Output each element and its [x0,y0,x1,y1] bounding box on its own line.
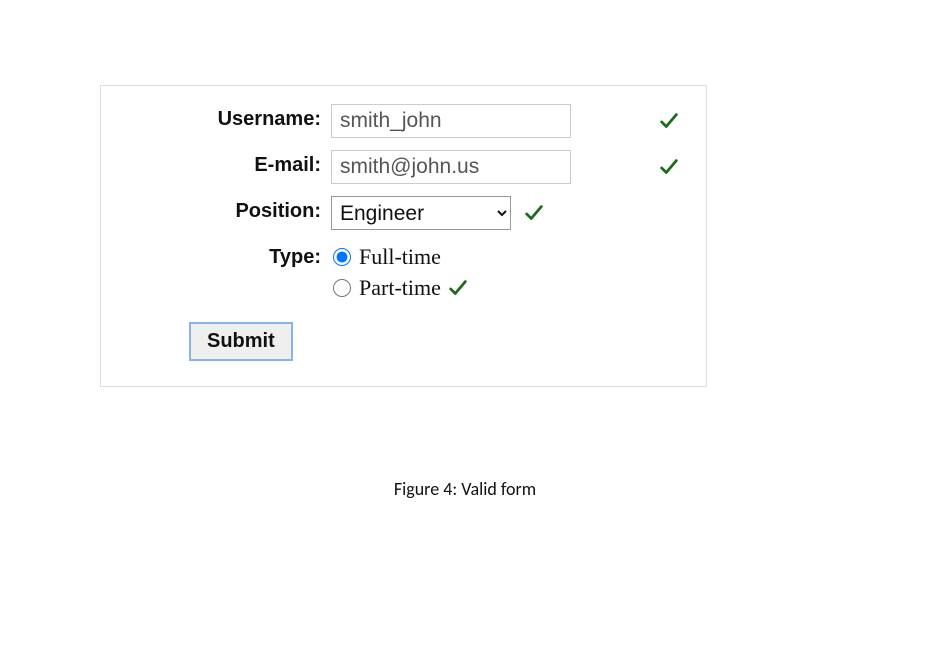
submit-button[interactable]: Submit [189,322,293,361]
radio-input-parttime[interactable] [333,279,351,297]
type-radio-parttime[interactable]: Part-time [331,273,469,304]
type-option-label: Part-time [359,273,441,304]
check-icon [523,202,545,224]
email-label: E-mail: [121,150,331,177]
type-label: Type: [121,242,331,269]
username-input[interactable] [331,104,571,138]
type-option-label: Full-time [359,242,441,273]
check-icon [658,110,680,132]
figure-caption: Figure 4: Valid form [0,478,930,500]
check-icon [658,156,680,178]
type-radio-fulltime[interactable]: Full-time [331,242,469,273]
position-label: Position: [121,196,331,223]
position-select[interactable]: Engineer [331,196,511,230]
email-input[interactable] [331,150,571,184]
form-container: Username: E-mail: Position: Engineer [100,85,707,387]
username-label: Username: [121,104,331,131]
check-icon [447,277,469,299]
radio-input-fulltime[interactable] [333,248,351,266]
